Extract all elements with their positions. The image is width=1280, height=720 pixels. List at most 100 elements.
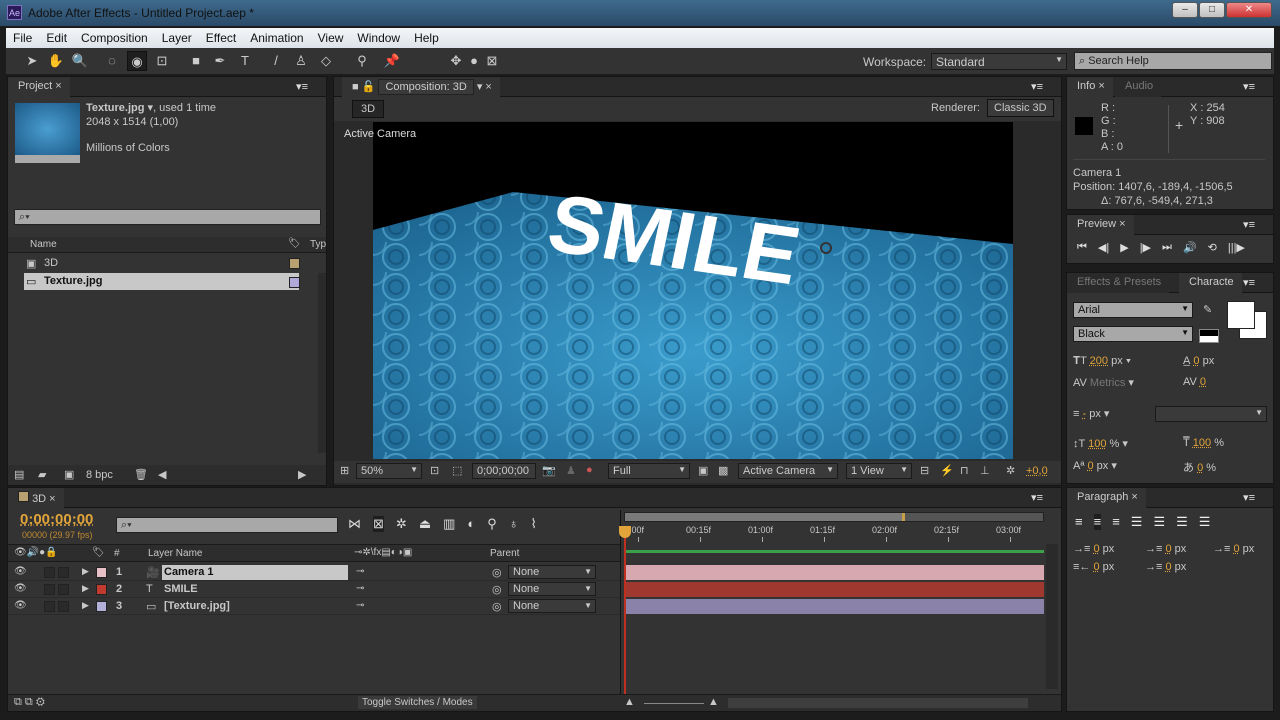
- graph-editor-icon[interactable]: ⌇: [531, 516, 537, 532]
- clone-stamp-tool-icon[interactable]: ♙: [291, 51, 311, 71]
- tab-paragraph[interactable]: Paragraph ×: [1067, 488, 1146, 508]
- tab-character[interactable]: Characte: [1179, 273, 1242, 293]
- orbit-camera-tool-icon[interactable]: ◉: [127, 51, 147, 71]
- always-preview-icon[interactable]: ⊞: [340, 464, 349, 477]
- space-before-field[interactable]: →≡ 0 px: [1145, 543, 1186, 555]
- brainstorm-icon[interactable]: ⚲: [487, 516, 497, 532]
- panel-menu-icon[interactable]: ▾≡: [1031, 80, 1043, 93]
- first-frame-icon[interactable]: ⏮: [1077, 241, 1087, 254]
- motion-blur-icon[interactable]: ◐: [467, 516, 475, 532]
- audio-toggle[interactable]: [44, 567, 55, 578]
- menu-layer[interactable]: Layer: [155, 28, 199, 48]
- ram-preview-icon[interactable]: |||▶: [1228, 241, 1245, 254]
- label-column-icon[interactable]: 🏷: [288, 238, 301, 249]
- pick-whip-icon[interactable]: ◎: [492, 600, 502, 613]
- time-ruler[interactable]: 0:00f 00:15f 01:00f 01:15f 02:00f 02:15f 03:00…: [624, 524, 1044, 542]
- layer-name[interactable]: Camera 1: [162, 565, 348, 580]
- expand-arrow-icon[interactable]: ▶: [82, 583, 89, 594]
- timeline-search-input[interactable]: ⌕▾: [116, 517, 338, 533]
- tab-info[interactable]: Info ×: [1067, 77, 1113, 97]
- view-layout-select[interactable]: 1 View ▼: [846, 463, 912, 479]
- panel-menu-icon[interactable]: ▾≡: [1031, 491, 1043, 504]
- menu-effect[interactable]: Effect: [199, 28, 243, 48]
- work-area-bar[interactable]: [624, 512, 1044, 522]
- justify-last-center-icon[interactable]: ☰: [1153, 514, 1165, 530]
- new-folder-icon[interactable]: ▰: [38, 468, 46, 481]
- parent-select[interactable]: None ▼: [508, 565, 596, 579]
- last-frame-icon[interactable]: ⏭: [1162, 241, 1172, 254]
- exposure-value[interactable]: +0,0: [1026, 465, 1048, 477]
- justify-all-icon[interactable]: ☰: [1199, 514, 1211, 530]
- composition-mini-flowchart-icon[interactable]: ⋈: [348, 516, 361, 532]
- region-of-interest-icon[interactable]: ⬚: [452, 464, 462, 477]
- menu-window[interactable]: Window: [350, 28, 407, 48]
- expand-arrow-icon[interactable]: ▶: [82, 566, 89, 577]
- visibility-eye-icon[interactable]: 👁: [14, 566, 27, 577]
- font-style-select[interactable]: Black ▼: [1073, 326, 1193, 342]
- previous-frame-icon[interactable]: ◀|: [1098, 241, 1109, 254]
- align-center-icon[interactable]: ≡: [1093, 514, 1102, 530]
- search-help-input[interactable]: ⌕ Search Help: [1074, 52, 1272, 70]
- panel-menu-icon[interactable]: ▾≡: [296, 80, 308, 93]
- layer-duration-bar[interactable]: [625, 582, 1044, 597]
- comp-flowchart-button[interactable]: 3D: [352, 100, 385, 118]
- tab-timeline-3d[interactable]: 3D ×: [8, 488, 64, 508]
- rotate-tool-icon[interactable]: ◌: [102, 51, 122, 71]
- lock-toggle[interactable]: [58, 601, 69, 612]
- layer-name[interactable]: [Texture.jpg]: [162, 599, 348, 614]
- brush-tool-icon[interactable]: /: [266, 51, 286, 71]
- tracking-field[interactable]: AV 0: [1183, 376, 1206, 388]
- indent-right-field[interactable]: ≡← 0 px: [1073, 561, 1114, 573]
- transparency-grid-icon[interactable]: ▩: [718, 464, 728, 477]
- project-item-selected[interactable]: ▭ Texture.jpg: [24, 273, 299, 290]
- timeline-icon[interactable]: ⊓: [960, 464, 969, 477]
- expand-switches-icon[interactable]: ⧉ ⧉ ⚙: [14, 696, 45, 709]
- minimize-button[interactable]: –: [1172, 2, 1198, 18]
- indent-left-field[interactable]: →≡ 0 px: [1073, 543, 1114, 555]
- tsume-field[interactable]: あ 0 %: [1183, 459, 1216, 475]
- pixel-aspect-icon[interactable]: ⊟: [920, 464, 929, 477]
- shy-layers-icon[interactable]: ✲: [396, 516, 407, 532]
- timeline-horizontal-scrollbar[interactable]: [728, 698, 1028, 708]
- font-size-field[interactable]: 𝐓T 200 px ▾: [1073, 355, 1131, 368]
- tab-audio[interactable]: Audio: [1115, 77, 1162, 97]
- visibility-eye-icon[interactable]: 👁: [14, 600, 27, 611]
- fill-color-swatch[interactable]: [1227, 301, 1255, 329]
- pick-whip-icon[interactable]: ◎: [492, 583, 502, 596]
- layer-duration-bar[interactable]: [625, 565, 1044, 580]
- tab-project[interactable]: Project ×: [8, 77, 70, 97]
- panel-menu-icon[interactable]: ▾≡: [1243, 80, 1255, 93]
- fast-previews-icon[interactable]: ▣: [698, 464, 708, 477]
- lock-toggle[interactable]: [58, 567, 69, 578]
- selection-tool-icon[interactable]: ➤: [22, 51, 42, 71]
- project-search-input[interactable]: ⌕▾: [14, 209, 321, 225]
- stroke-width-field[interactable]: ≡ - px ▾: [1073, 407, 1109, 420]
- local-axis-icon[interactable]: ✥: [446, 51, 466, 71]
- layer-duration-bar[interactable]: [625, 599, 1044, 614]
- loop-icon[interactable]: ⟲: [1208, 241, 1217, 254]
- font-family-select[interactable]: Arial ▼: [1073, 302, 1193, 318]
- current-time[interactable]: 0;00;00;00: [472, 463, 536, 479]
- view-axis-icon[interactable]: ⊠: [482, 51, 502, 71]
- expand-arrow-icon[interactable]: ▶: [82, 600, 89, 611]
- maximize-button[interactable]: □: [1199, 2, 1225, 18]
- column-name[interactable]: Name: [30, 239, 57, 250]
- parent-select[interactable]: None ▼: [508, 582, 596, 596]
- label-color[interactable]: [96, 567, 107, 578]
- zoom-tool-icon[interactable]: 🔍: [70, 51, 90, 71]
- bpc-button[interactable]: 8 bpc: [86, 469, 113, 481]
- tab-composition[interactable]: ■ 🔓 Composition: 3D ▾ ×: [342, 77, 500, 97]
- horizontal-scale-field[interactable]: T̿ 100 %: [1183, 437, 1224, 449]
- panel-menu-icon[interactable]: ▾≡: [1243, 218, 1255, 231]
- tab-effects-presets[interactable]: Effects & Presets: [1067, 273, 1170, 293]
- next-frame-icon[interactable]: |▶: [1140, 241, 1151, 254]
- label-color[interactable]: [96, 584, 107, 595]
- rectangle-tool-icon[interactable]: ■: [186, 51, 206, 71]
- column-type[interactable]: Typ: [310, 239, 326, 250]
- audio-toggle[interactable]: [44, 584, 55, 595]
- timeline-layer-row[interactable]: 👁 ▶ 2 T SMILE ⊸ ◎ None ▼: [8, 581, 620, 598]
- timeline-layer-row[interactable]: 👁 ▶ 1 🎥 Camera 1 ⊸ ◎ None ▼: [8, 564, 620, 581]
- interpret-footage-icon[interactable]: ▤: [14, 468, 24, 481]
- flowchart-icon[interactable]: ⊥: [980, 464, 990, 477]
- zoom-out-icon[interactable]: ▲: [624, 696, 635, 708]
